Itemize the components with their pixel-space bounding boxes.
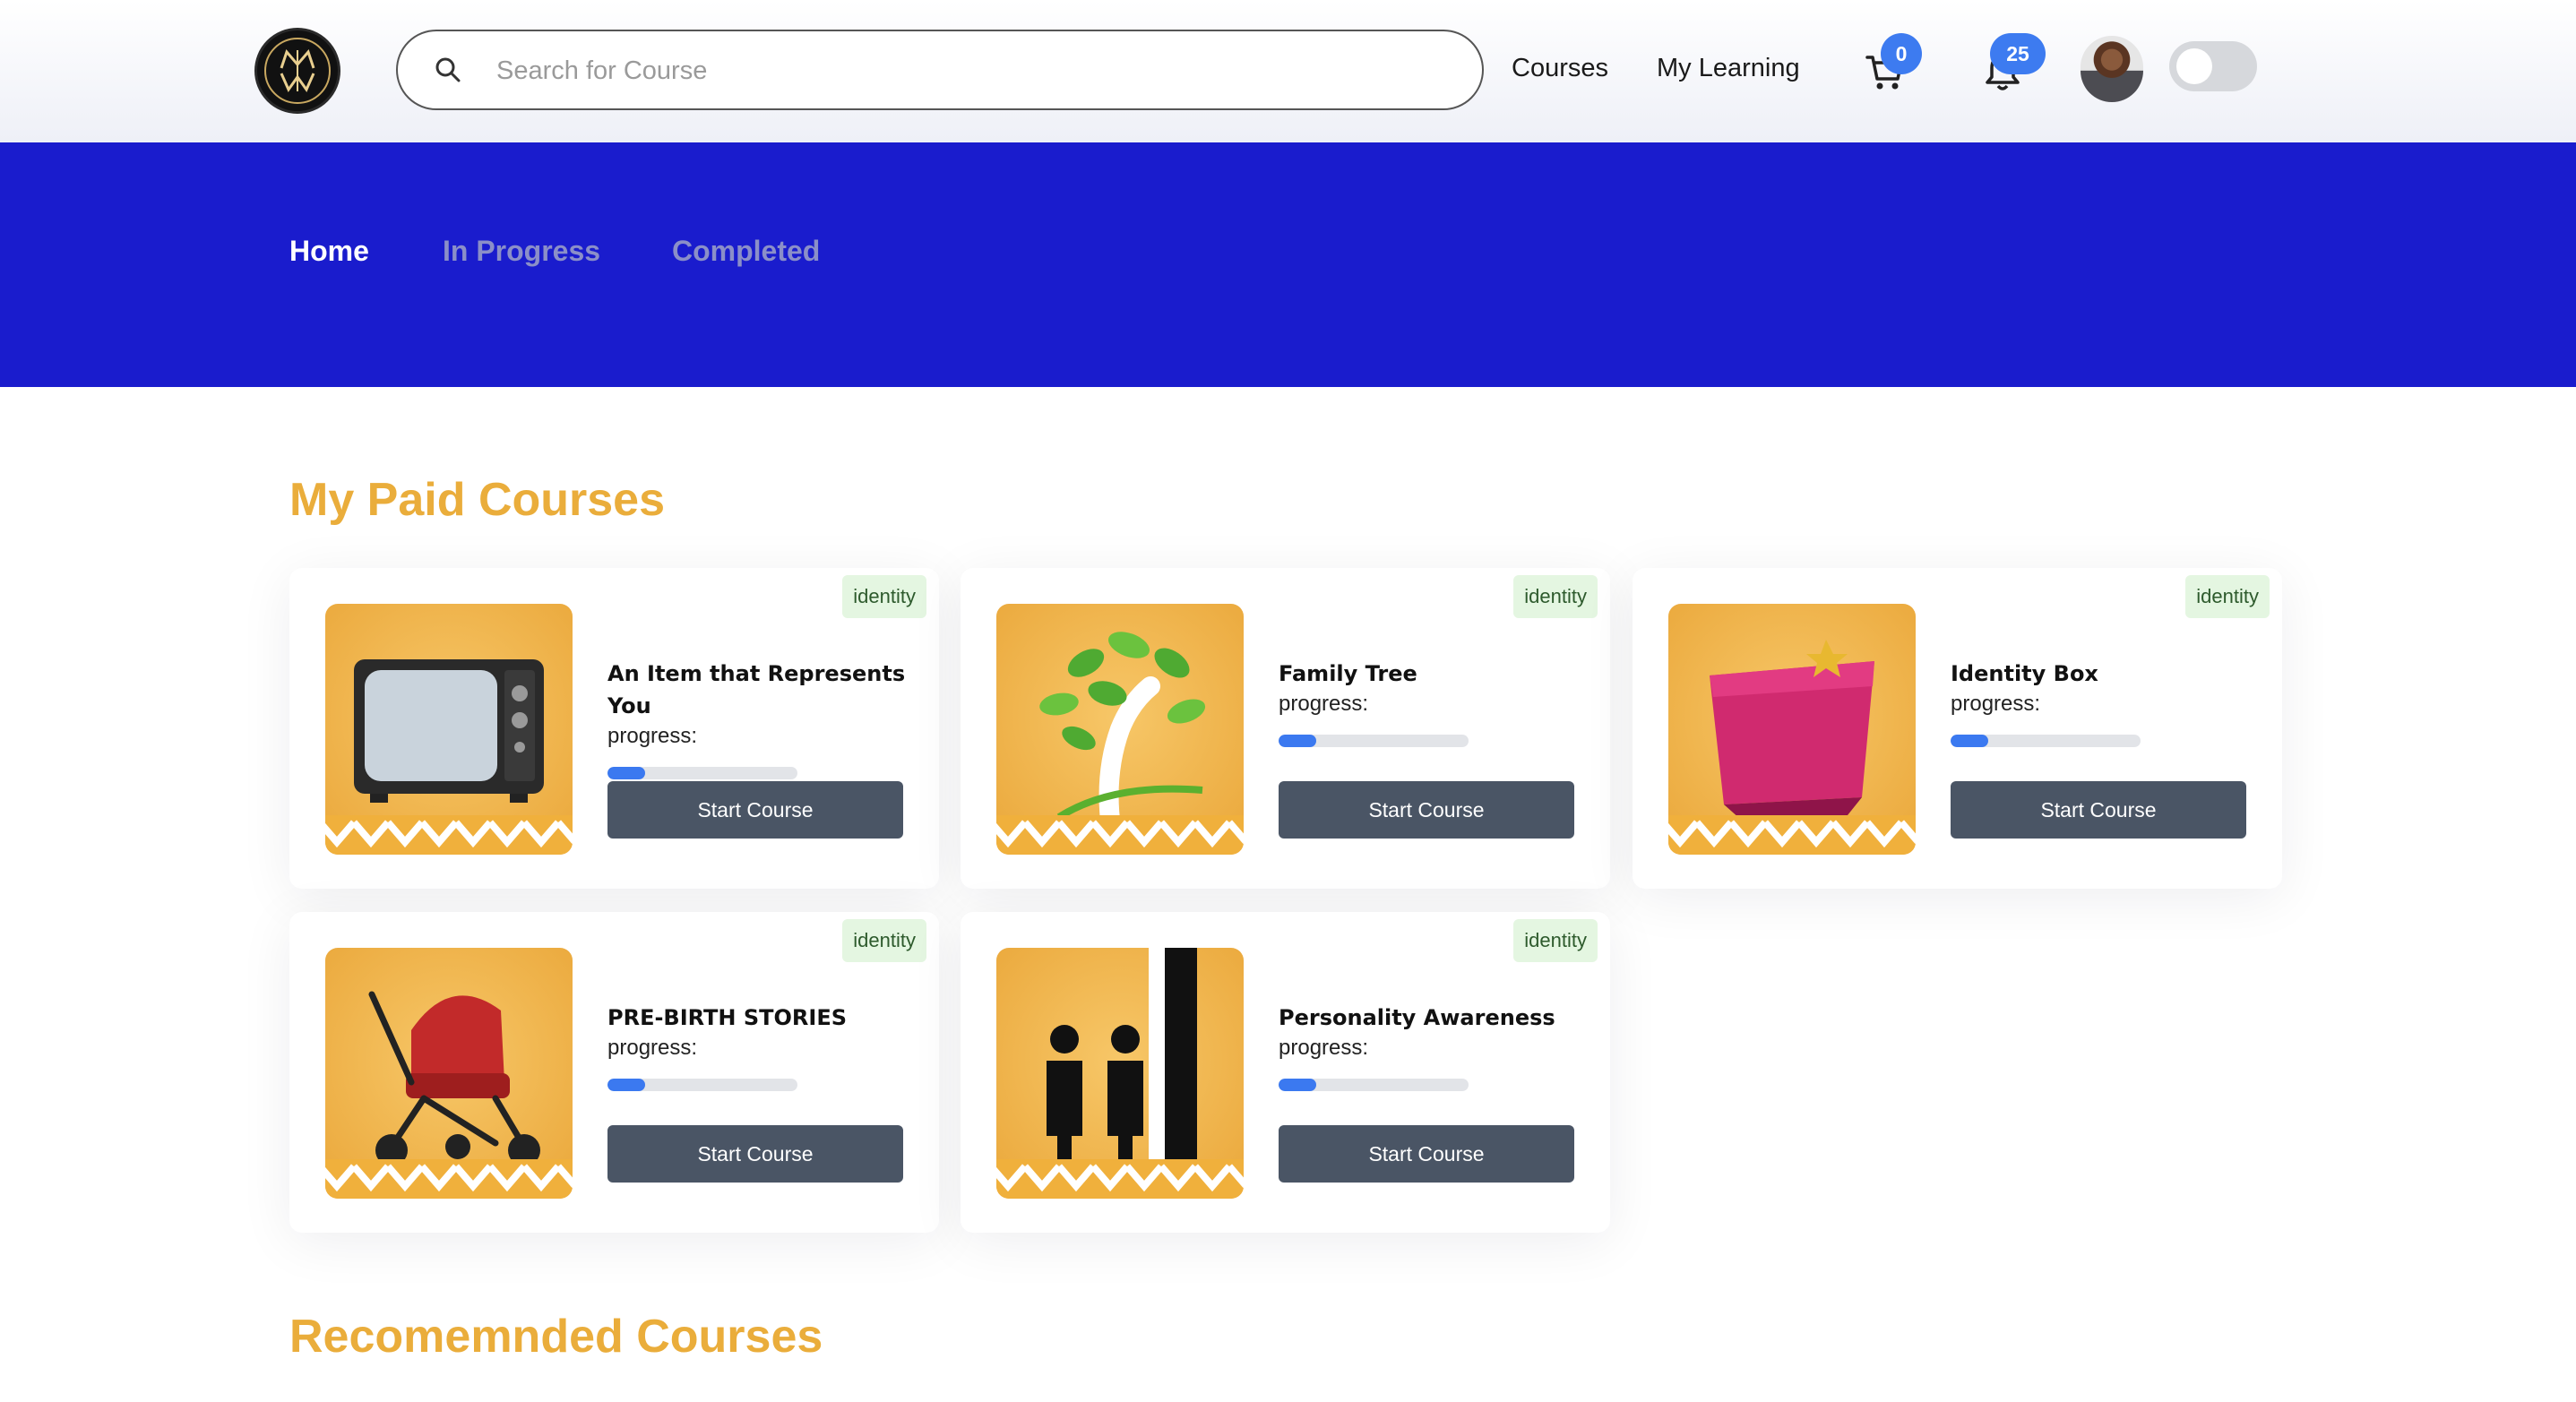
progress-fill bbox=[1279, 735, 1317, 747]
course-title: An Item that Represents You bbox=[607, 661, 906, 718]
progress-label: progress: bbox=[607, 724, 698, 748]
progress-bar bbox=[607, 767, 797, 779]
start-course-button[interactable]: Start Course bbox=[1279, 781, 1574, 839]
category-tag: identity bbox=[2185, 575, 2270, 618]
start-course-button[interactable]: Start Course bbox=[607, 781, 903, 839]
course-title: Personality Awareness bbox=[1279, 1005, 1555, 1030]
top-header: Courses My Learning 0 25 bbox=[0, 0, 2576, 142]
progress-label: progress: bbox=[1279, 692, 1369, 716]
progress-label: progress: bbox=[1951, 692, 2041, 716]
course-title: Identity Box bbox=[1951, 661, 2098, 686]
course-title: Family Tree bbox=[1279, 661, 1417, 686]
zigzag-pattern bbox=[996, 1159, 1244, 1199]
progress-bar bbox=[1279, 1079, 1469, 1091]
paid-courses-heading: My Paid Courses bbox=[289, 474, 666, 526]
start-course-button[interactable]: Start Course bbox=[1951, 781, 2246, 839]
progress-fill bbox=[607, 767, 646, 779]
course-card: identity Identity Box progress: Start Co… bbox=[1633, 568, 2282, 889]
progress-label: progress: bbox=[607, 1036, 698, 1060]
course-card: identity An Item that Represents You pro… bbox=[289, 568, 939, 889]
user-avatar[interactable] bbox=[2081, 36, 2143, 102]
recommended-courses-heading: Recomemnded Courses bbox=[289, 1311, 823, 1363]
toggle-knob bbox=[2176, 48, 2212, 84]
course-card: identity Personality Awareness progress:… bbox=[961, 912, 1610, 1233]
tab-completed[interactable]: Completed bbox=[672, 235, 820, 268]
progress-fill bbox=[1279, 1079, 1317, 1091]
zigzag-pattern bbox=[325, 815, 573, 855]
notification-count-badge: 25 bbox=[1990, 33, 2046, 74]
course-thumbnail[interactable] bbox=[996, 948, 1244, 1199]
category-tag: identity bbox=[842, 575, 926, 618]
nav-my-learning-link[interactable]: My Learning bbox=[1657, 54, 1800, 83]
course-thumbnail[interactable] bbox=[325, 604, 573, 855]
category-tag: identity bbox=[842, 919, 926, 962]
progress-bar bbox=[607, 1079, 797, 1091]
start-course-button[interactable]: Start Course bbox=[607, 1125, 903, 1183]
progress-fill bbox=[1951, 735, 1989, 747]
progress-bar bbox=[1279, 735, 1469, 747]
search-input[interactable] bbox=[495, 44, 1448, 98]
search-icon bbox=[435, 57, 461, 82]
brand-logo[interactable] bbox=[254, 28, 340, 114]
tab-in-progress[interactable]: In Progress bbox=[443, 235, 600, 268]
course-card: identity Family Tree progress: Start Cou… bbox=[961, 568, 1610, 889]
course-title: PRE-BIRTH STORIES bbox=[607, 1005, 848, 1030]
progress-label: progress: bbox=[1279, 1036, 1369, 1060]
progress-bar bbox=[1951, 735, 2141, 747]
zigzag-pattern bbox=[996, 815, 1244, 855]
cart-count-badge: 0 bbox=[1881, 33, 1922, 74]
dark-mode-toggle[interactable] bbox=[2169, 41, 2257, 91]
nav-courses-link[interactable]: Courses bbox=[1512, 54, 1608, 83]
progress-fill bbox=[607, 1079, 646, 1091]
course-card: identity PRE-BIRTH STORIES progress: Sta… bbox=[289, 912, 939, 1233]
course-thumbnail[interactable] bbox=[996, 604, 1244, 855]
search-bar[interactable] bbox=[396, 30, 1484, 110]
tab-home[interactable]: Home bbox=[289, 235, 369, 268]
hero-band bbox=[0, 142, 2576, 387]
category-tag: identity bbox=[1513, 575, 1598, 618]
course-thumbnail[interactable] bbox=[325, 948, 573, 1199]
course-thumbnail[interactable] bbox=[1668, 604, 1916, 855]
zigzag-pattern bbox=[1668, 815, 1916, 855]
logo-monogram-icon bbox=[280, 49, 315, 93]
zigzag-pattern bbox=[325, 1159, 573, 1199]
category-tag: identity bbox=[1513, 919, 1598, 962]
start-course-button[interactable]: Start Course bbox=[1279, 1125, 1574, 1183]
